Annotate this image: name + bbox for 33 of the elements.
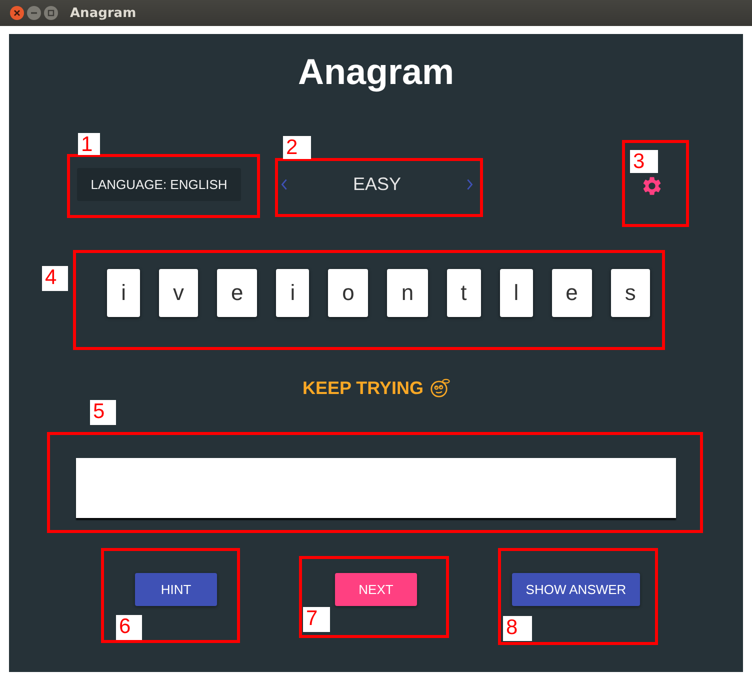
window-title: Anagram [70,6,136,20]
callout-number: 4 [42,266,68,291]
show-answer-button[interactable]: SHOW ANSWER [512,573,640,606]
letter-tile[interactable]: o [328,269,368,317]
letter-tile[interactable]: i [107,269,140,317]
callout-number: 7 [303,607,330,632]
face-icon [430,378,450,398]
chevron-left-icon[interactable] [281,179,287,190]
letter-tile[interactable]: i [276,269,310,317]
callout-number: 6 [116,615,142,640]
letter-tile[interactable]: v [158,269,198,317]
callout-number: 8 [503,616,532,641]
settings-icon[interactable] [643,176,661,194]
callout-number: 5 [90,400,116,425]
letter-tile[interactable]: t [446,269,481,317]
letter-tile[interactable]: s [610,269,650,317]
letter-tile[interactable]: n [387,269,428,317]
maximize-icon[interactable] [44,6,58,20]
close-icon[interactable] [10,6,24,20]
feedback-message: KEEP TRYING [302,378,424,398]
letter-tile[interactable]: e [216,269,258,317]
answer-field[interactable] [76,458,676,518]
letter-tile[interactable]: e [552,269,592,317]
callout-number: 2 [283,136,311,159]
chevron-right-icon[interactable] [467,179,473,190]
callout-number: 3 [630,150,658,173]
hint-button[interactable]: HINT [135,573,217,606]
app-title: Anagram [298,50,454,94]
difficulty-label: EASY [352,174,402,195]
callout-number: 1 [78,133,100,155]
language-button[interactable]: LANGUAGE: ENGLISH [77,168,241,201]
letter-tile[interactable]: l [500,269,533,317]
minimize-icon[interactable] [27,6,41,20]
